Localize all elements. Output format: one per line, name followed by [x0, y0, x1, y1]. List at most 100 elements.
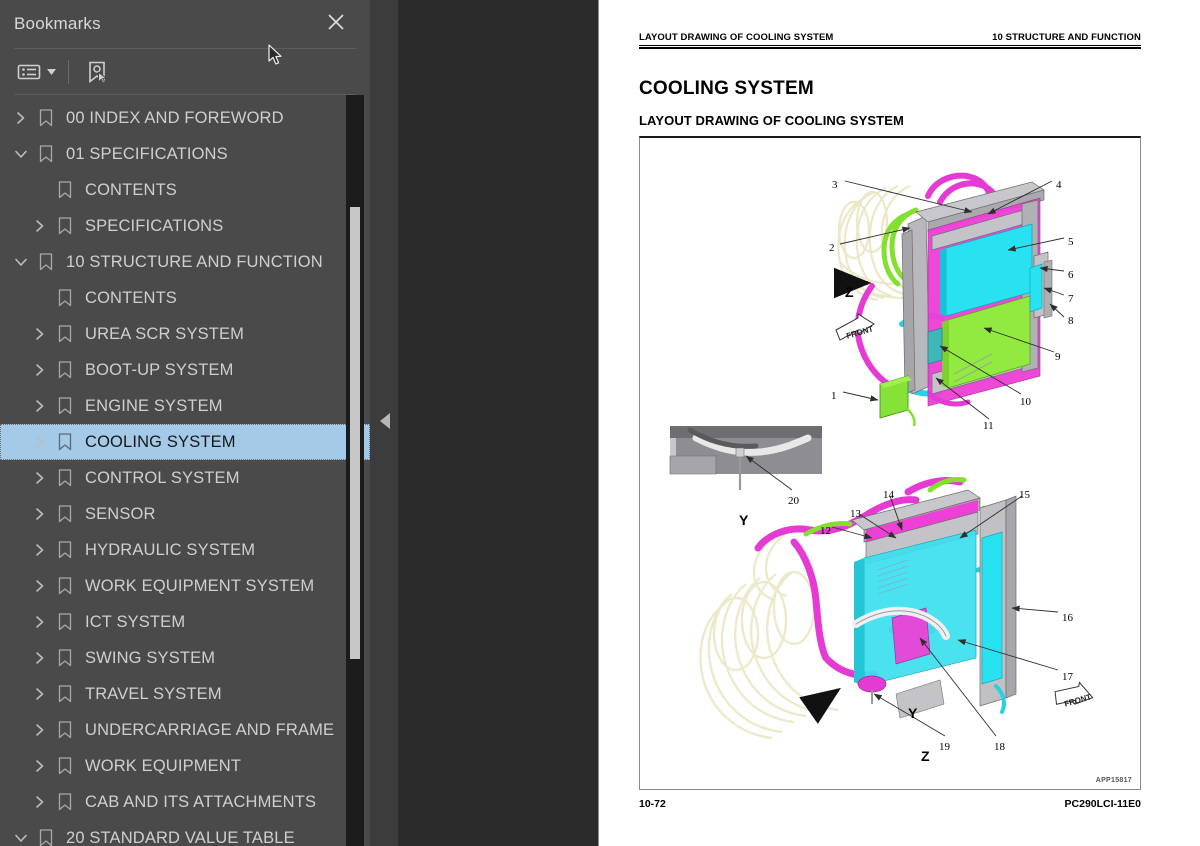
- bookmark-label: HYDRAULIC SYSTEM: [85, 540, 256, 559]
- bookmark-item-work-equipment-system[interactable]: WORK EQUIPMENT SYSTEM: [0, 568, 370, 604]
- chevron-left-icon[interactable]: [378, 410, 392, 432]
- sidebar-splitter: [370, 0, 598, 846]
- chevron-right-icon[interactable]: [27, 352, 53, 388]
- panel-title: Bookmarks: [14, 14, 101, 33]
- bookmark-item-ict-system[interactable]: ICT SYSTEM: [0, 604, 370, 640]
- bookmark-icon: [34, 244, 58, 280]
- section-subtitle: LAYOUT DRAWING OF COOLING SYSTEM: [639, 113, 904, 128]
- bookmark-item-engine-system[interactable]: ENGINE SYSTEM: [0, 388, 370, 424]
- bookmark-item-contents[interactable]: CONTENTS: [0, 172, 370, 208]
- bookmark-item-urea-scr-system[interactable]: UREA SCR SYSTEM: [0, 316, 370, 352]
- bookmark-item-specifications[interactable]: SPECIFICATIONS: [0, 208, 370, 244]
- chevron-right-icon[interactable]: [27, 460, 53, 496]
- bookmark-icon: [53, 784, 77, 820]
- bookmark-item-00-index-and-foreword[interactable]: 00 INDEX AND FOREWORD: [0, 100, 370, 136]
- chevron-right-icon[interactable]: [27, 568, 53, 604]
- chevron-right-icon[interactable]: [27, 316, 53, 352]
- twisty-placeholder: [27, 172, 53, 208]
- bookmark-item-undercarriage-and-frame[interactable]: UNDERCARRIAGE AND FRAME: [0, 712, 370, 748]
- toolbar-separator: [68, 59, 69, 84]
- list-options-icon[interactable]: [14, 57, 44, 87]
- chevron-right-icon[interactable]: [27, 604, 53, 640]
- figure-code: APP15817: [1095, 777, 1132, 784]
- chevron-right-icon[interactable]: [27, 532, 53, 568]
- bookmark-icon: [34, 136, 58, 172]
- chevron-right-icon[interactable]: [27, 496, 53, 532]
- bookmarks-sidebar: Bookmarks 00 INDEX AND FOREWORD 01 SPECI…: [0, 0, 370, 846]
- bookmark-icon: [53, 280, 77, 316]
- pdf-page-viewport[interactable]: LAYOUT DRAWING OF COOLING SYSTEM 10 STRU…: [598, 0, 1200, 846]
- figure-view-label-y-2: Y: [739, 512, 749, 528]
- bookmark-icon: [53, 316, 77, 352]
- chevron-right-icon[interactable]: [27, 640, 53, 676]
- figure-view-label-y-3: Y: [908, 705, 918, 721]
- bookmark-item-10-structure-and-function[interactable]: 10 STRUCTURE AND FUNCTION: [0, 244, 370, 280]
- bookmark-icon: [53, 568, 77, 604]
- chevron-right-icon[interactable]: [27, 712, 53, 748]
- bookmark-label: WORK EQUIPMENT: [85, 756, 242, 775]
- bookmark-icon: [53, 748, 77, 784]
- bookmark-label: ICT SYSTEM: [85, 612, 186, 631]
- bookmark-icon: [53, 352, 77, 388]
- figure-frame: 3 4 2 5 6 7 8 9 1 10 11 20 12 13 14 15 16 17 18 19 Z FRONT Y Y…: [639, 136, 1141, 790]
- bookmark-label: CONTENTS: [85, 288, 177, 307]
- sidebar-scrollbar-thumb[interactable]: [350, 207, 360, 659]
- bookmark-icon: [53, 532, 77, 568]
- chevron-down-icon[interactable]: [8, 136, 34, 172]
- chevron-right-icon[interactable]: [27, 388, 53, 424]
- chevron-right-icon[interactable]: [27, 676, 53, 712]
- mouse-cursor: [268, 44, 284, 71]
- chevron-down-icon[interactable]: [8, 244, 34, 280]
- bookmark-icon: [53, 388, 77, 424]
- page-title: COOLING SYSTEM: [639, 78, 814, 99]
- bookmark-label: CONTROL SYSTEM: [85, 468, 240, 487]
- new-bookmark-icon[interactable]: [81, 57, 113, 87]
- chevron-down-icon[interactable]: [8, 820, 34, 846]
- bookmark-item-boot-up-system[interactable]: BOOT-UP SYSTEM: [0, 352, 370, 388]
- footer-page-number: 10-72: [639, 798, 666, 810]
- bookmark-icon: [53, 496, 77, 532]
- bookmark-icon: [53, 424, 77, 460]
- bookmark-label: 00 INDEX AND FOREWORD: [66, 108, 284, 127]
- bookmark-label: WORK EQUIPMENT SYSTEM: [85, 576, 315, 595]
- bookmark-tree[interactable]: 00 INDEX AND FOREWORD 01 SPECIFICATIONS CO…: [0, 94, 370, 846]
- bookmark-icon: [53, 676, 77, 712]
- bookmark-item-control-system[interactable]: CONTROL SYSTEM: [0, 460, 370, 496]
- bookmark-icon: [34, 100, 58, 136]
- bookmark-item-cab-and-its-attachments[interactable]: CAB AND ITS ATTACHMENTS: [0, 784, 370, 820]
- chevron-right-icon[interactable]: [8, 100, 34, 136]
- pdf-viewer-window: Bookmarks 00 INDEX AND FOREWORD 01 SPECI…: [0, 0, 1200, 846]
- bookmark-label: CAB AND ITS ATTACHMENTS: [85, 792, 317, 811]
- bookmark-icon: [34, 820, 58, 846]
- chevron-right-icon[interactable]: [27, 424, 53, 460]
- bookmark-label: COOLING SYSTEM: [85, 432, 236, 451]
- bookmark-icon: [53, 460, 77, 496]
- bookmark-label: SENSOR: [85, 504, 156, 523]
- bookmark-icon: [53, 712, 77, 748]
- bookmark-item-hydraulic-system[interactable]: HYDRAULIC SYSTEM: [0, 532, 370, 568]
- bookmark-item-travel-system[interactable]: TRAVEL SYSTEM: [0, 676, 370, 712]
- bookmark-item-01-specifications[interactable]: 01 SPECIFICATIONS: [0, 136, 370, 172]
- chevron-right-icon[interactable]: [27, 208, 53, 244]
- figure-view-label-front-5: FRONT: [1063, 692, 1093, 709]
- chevron-right-icon[interactable]: [27, 784, 53, 820]
- bookmark-item-contents[interactable]: CONTENTS: [0, 280, 370, 316]
- twisty-placeholder: [27, 280, 53, 316]
- bookmark-label: BOOT-UP SYSTEM: [85, 360, 234, 379]
- running-head-left: LAYOUT DRAWING OF COOLING SYSTEM: [639, 32, 834, 43]
- chevron-down-icon[interactable]: [44, 57, 58, 87]
- close-icon[interactable]: [322, 8, 350, 36]
- running-head-rule: [639, 45, 1141, 49]
- sidebar-scrollbar[interactable]: [346, 95, 364, 846]
- bookmark-item-swing-system[interactable]: SWING SYSTEM: [0, 640, 370, 676]
- bookmark-item-cooling-system[interactable]: COOLING SYSTEM: [0, 424, 370, 460]
- bookmarks-toolbar: [0, 49, 370, 94]
- figure-view-label-front-1: FRONT: [845, 324, 875, 341]
- pdf-page: LAYOUT DRAWING OF COOLING SYSTEM 10 STRU…: [639, 0, 1200, 846]
- bookmark-item-20-standard-value-table[interactable]: 20 STANDARD VALUE TABLE: [0, 820, 370, 846]
- bookmark-item-sensor[interactable]: SENSOR: [0, 496, 370, 532]
- bookmark-icon: [53, 604, 77, 640]
- bookmark-label: UNDERCARRIAGE AND FRAME: [85, 720, 335, 739]
- bookmark-item-work-equipment[interactable]: WORK EQUIPMENT: [0, 748, 370, 784]
- chevron-right-icon[interactable]: [27, 748, 53, 784]
